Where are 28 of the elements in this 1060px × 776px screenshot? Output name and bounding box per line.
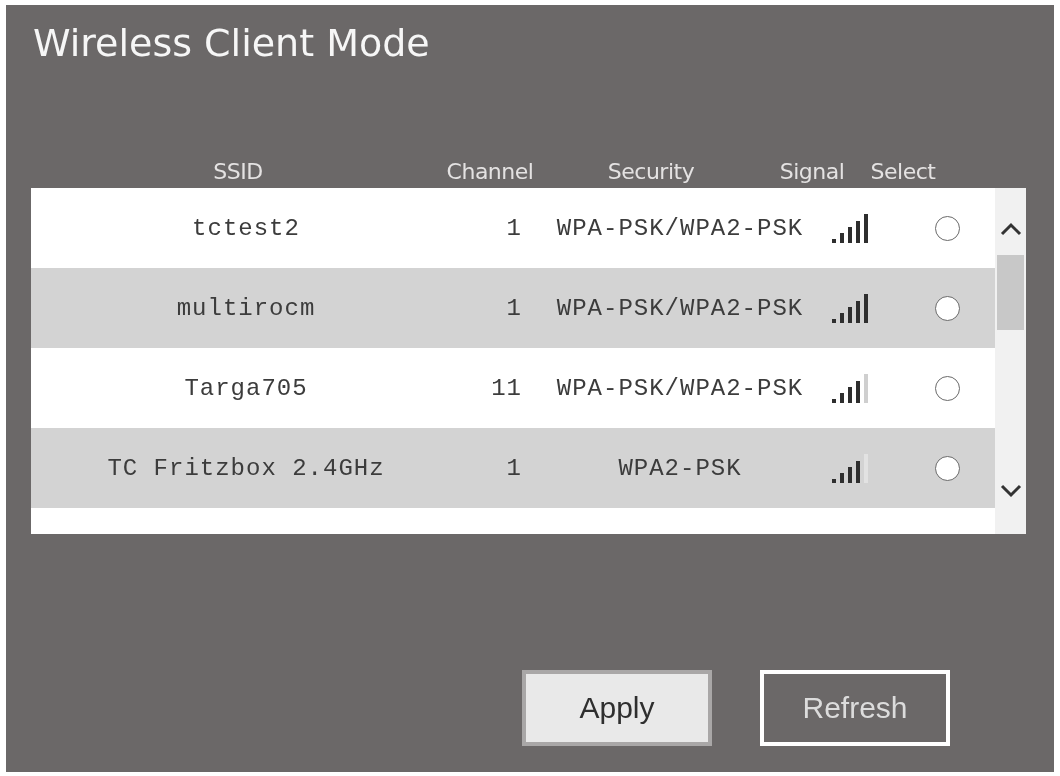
column-header: SSID <box>213 158 263 184</box>
table-cell: WPA-PSK/WPA2-PSK <box>556 294 804 322</box>
table-cell: Targa705 <box>184 374 308 402</box>
table-cell: tctest2 <box>192 214 300 242</box>
table-cell: WPA-PSK/WPA2-PSK <box>556 374 804 402</box>
table-cell: multirocm <box>176 294 316 322</box>
table-cell: 11 <box>491 374 522 402</box>
radio-button[interactable] <box>935 455 960 481</box>
table-cell: 1 <box>506 214 522 242</box>
table-cell: TC Fritzbox 2.4GHz <box>107 454 385 482</box>
scrollbar[interactable] <box>995 188 1026 534</box>
table-cell: WPA-PSK/WPA2-PSK <box>556 214 804 242</box>
caret-up-icon[interactable] <box>999 222 1022 236</box>
column-header: Security <box>607 158 695 184</box>
column-header: Signal <box>779 158 845 184</box>
table-cell: WPA2-PSK <box>618 454 742 482</box>
table-cell: 1 <box>506 294 522 322</box>
radio-button[interactable] <box>935 375 960 401</box>
caret-down-icon[interactable] <box>999 484 1022 498</box>
radio-button[interactable] <box>935 295 960 321</box>
dialog-button[interactable]: Refresh <box>760 670 950 746</box>
dialog-button[interactable]: Apply <box>522 670 712 746</box>
column-header: Select <box>870 158 936 184</box>
scrollbar-thumb[interactable] <box>997 255 1024 330</box>
table-cell: 1 <box>506 454 522 482</box>
window-title: Wireless Client Mode <box>33 20 430 67</box>
column-header: Channel <box>446 158 534 184</box>
radio-button[interactable] <box>935 215 960 241</box>
